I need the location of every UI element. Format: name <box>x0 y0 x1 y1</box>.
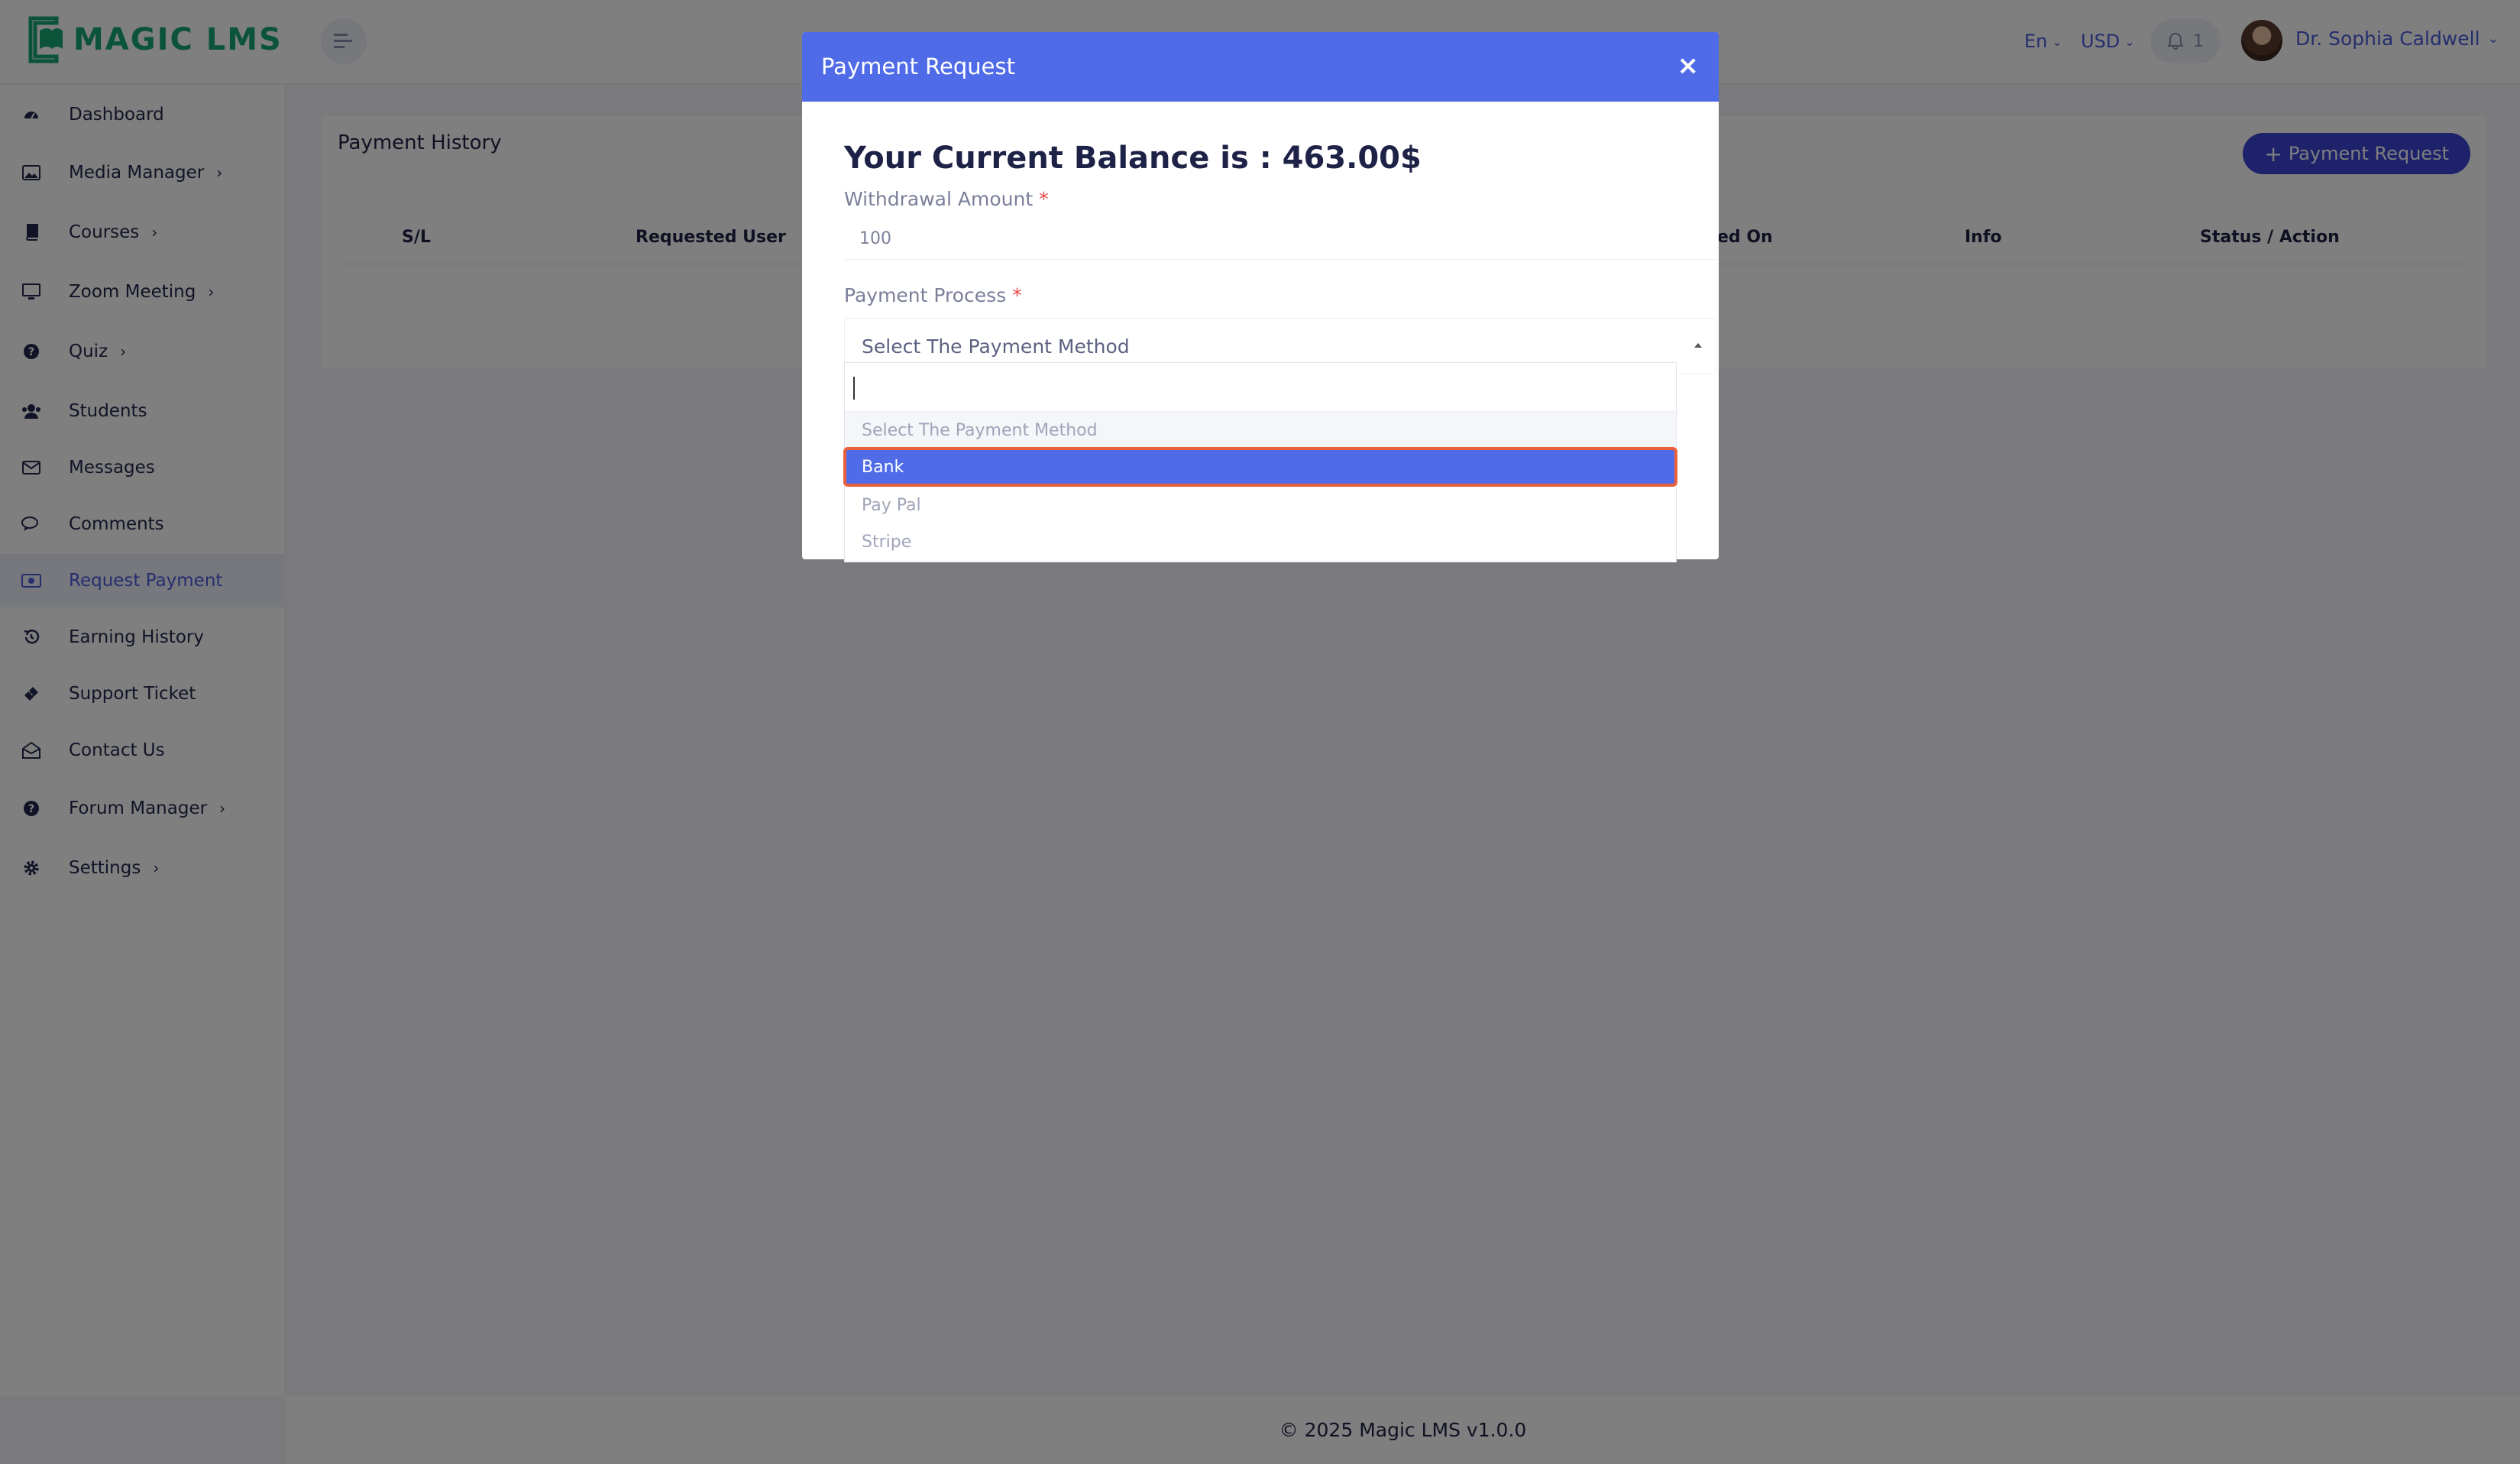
dropdown-option-stripe[interactable]: Stripe <box>845 523 1676 560</box>
dropdown-search-input[interactable] <box>845 363 1676 412</box>
dropdown-option-bank[interactable]: Bank <box>843 447 1677 487</box>
payment-method-dropdown: Select The Payment Method Bank Pay Pal S… <box>843 362 1677 562</box>
required-asterisk: * <box>1012 284 1022 306</box>
required-asterisk: * <box>1039 188 1049 210</box>
modal-header: Payment Request × <box>802 32 1719 102</box>
dropdown-option-paypal[interactable]: Pay Pal <box>845 487 1676 523</box>
payment-process-label-text: Payment Process <box>844 284 1007 306</box>
withdrawal-amount-input[interactable]: 100 <box>844 219 1716 260</box>
dropdown-option-placeholder[interactable]: Select The Payment Method <box>845 412 1676 449</box>
withdrawal-amount-value: 100 <box>859 229 891 248</box>
close-icon[interactable]: × <box>1677 50 1700 81</box>
modal-title: Payment Request <box>821 53 1015 79</box>
withdrawal-amount-label: Withdrawal Amount * <box>844 188 1049 210</box>
withdrawal-amount-label-text: Withdrawal Amount <box>844 188 1034 210</box>
current-balance: Your Current Balance is : 463.00$ <box>844 141 1422 176</box>
caret-up-icon <box>1694 343 1702 348</box>
payment-process-label: Payment Process * <box>844 284 1022 306</box>
text-cursor <box>853 377 855 400</box>
payment-method-select-value: Select The Payment Method <box>862 335 1130 358</box>
